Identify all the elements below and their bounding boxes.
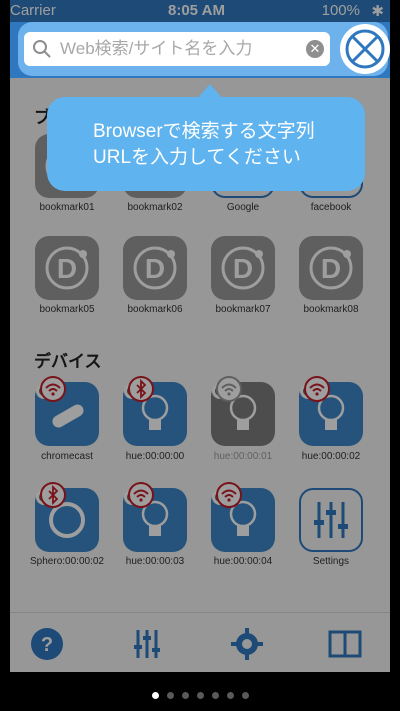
tooltip-line-2: URLを入力してください xyxy=(93,147,301,168)
search-icon xyxy=(33,40,51,58)
search-input[interactable] xyxy=(60,35,296,63)
search-field[interactable]: ✕ xyxy=(24,32,330,66)
page-indicator xyxy=(0,686,400,704)
page-dot[interactable] xyxy=(241,692,249,699)
dim-overlay-status xyxy=(10,0,390,22)
app-menu-button[interactable] xyxy=(340,24,390,74)
app-logo-icon xyxy=(345,29,385,69)
app-screen: ✕ Carrier 8:05 AM 100% ✱ ブ xyxy=(10,0,390,672)
search-hint-tooltip[interactable]: Browserで検索する文字列 URLを入力してください xyxy=(47,97,365,191)
page-dot[interactable] xyxy=(226,692,234,699)
page-dot[interactable] xyxy=(166,692,174,699)
page-dot[interactable] xyxy=(196,692,204,699)
page-dot[interactable] xyxy=(181,692,189,699)
search-container: ✕ xyxy=(18,22,390,76)
page-dot[interactable] xyxy=(151,692,159,699)
page-dot[interactable] xyxy=(211,692,219,699)
tooltip-line-1: Browserで検索する文字列 xyxy=(93,121,315,142)
phone-frame: ✕ Carrier 8:05 AM 100% ✱ ブ xyxy=(0,0,400,672)
clear-icon[interactable]: ✕ xyxy=(306,40,324,58)
